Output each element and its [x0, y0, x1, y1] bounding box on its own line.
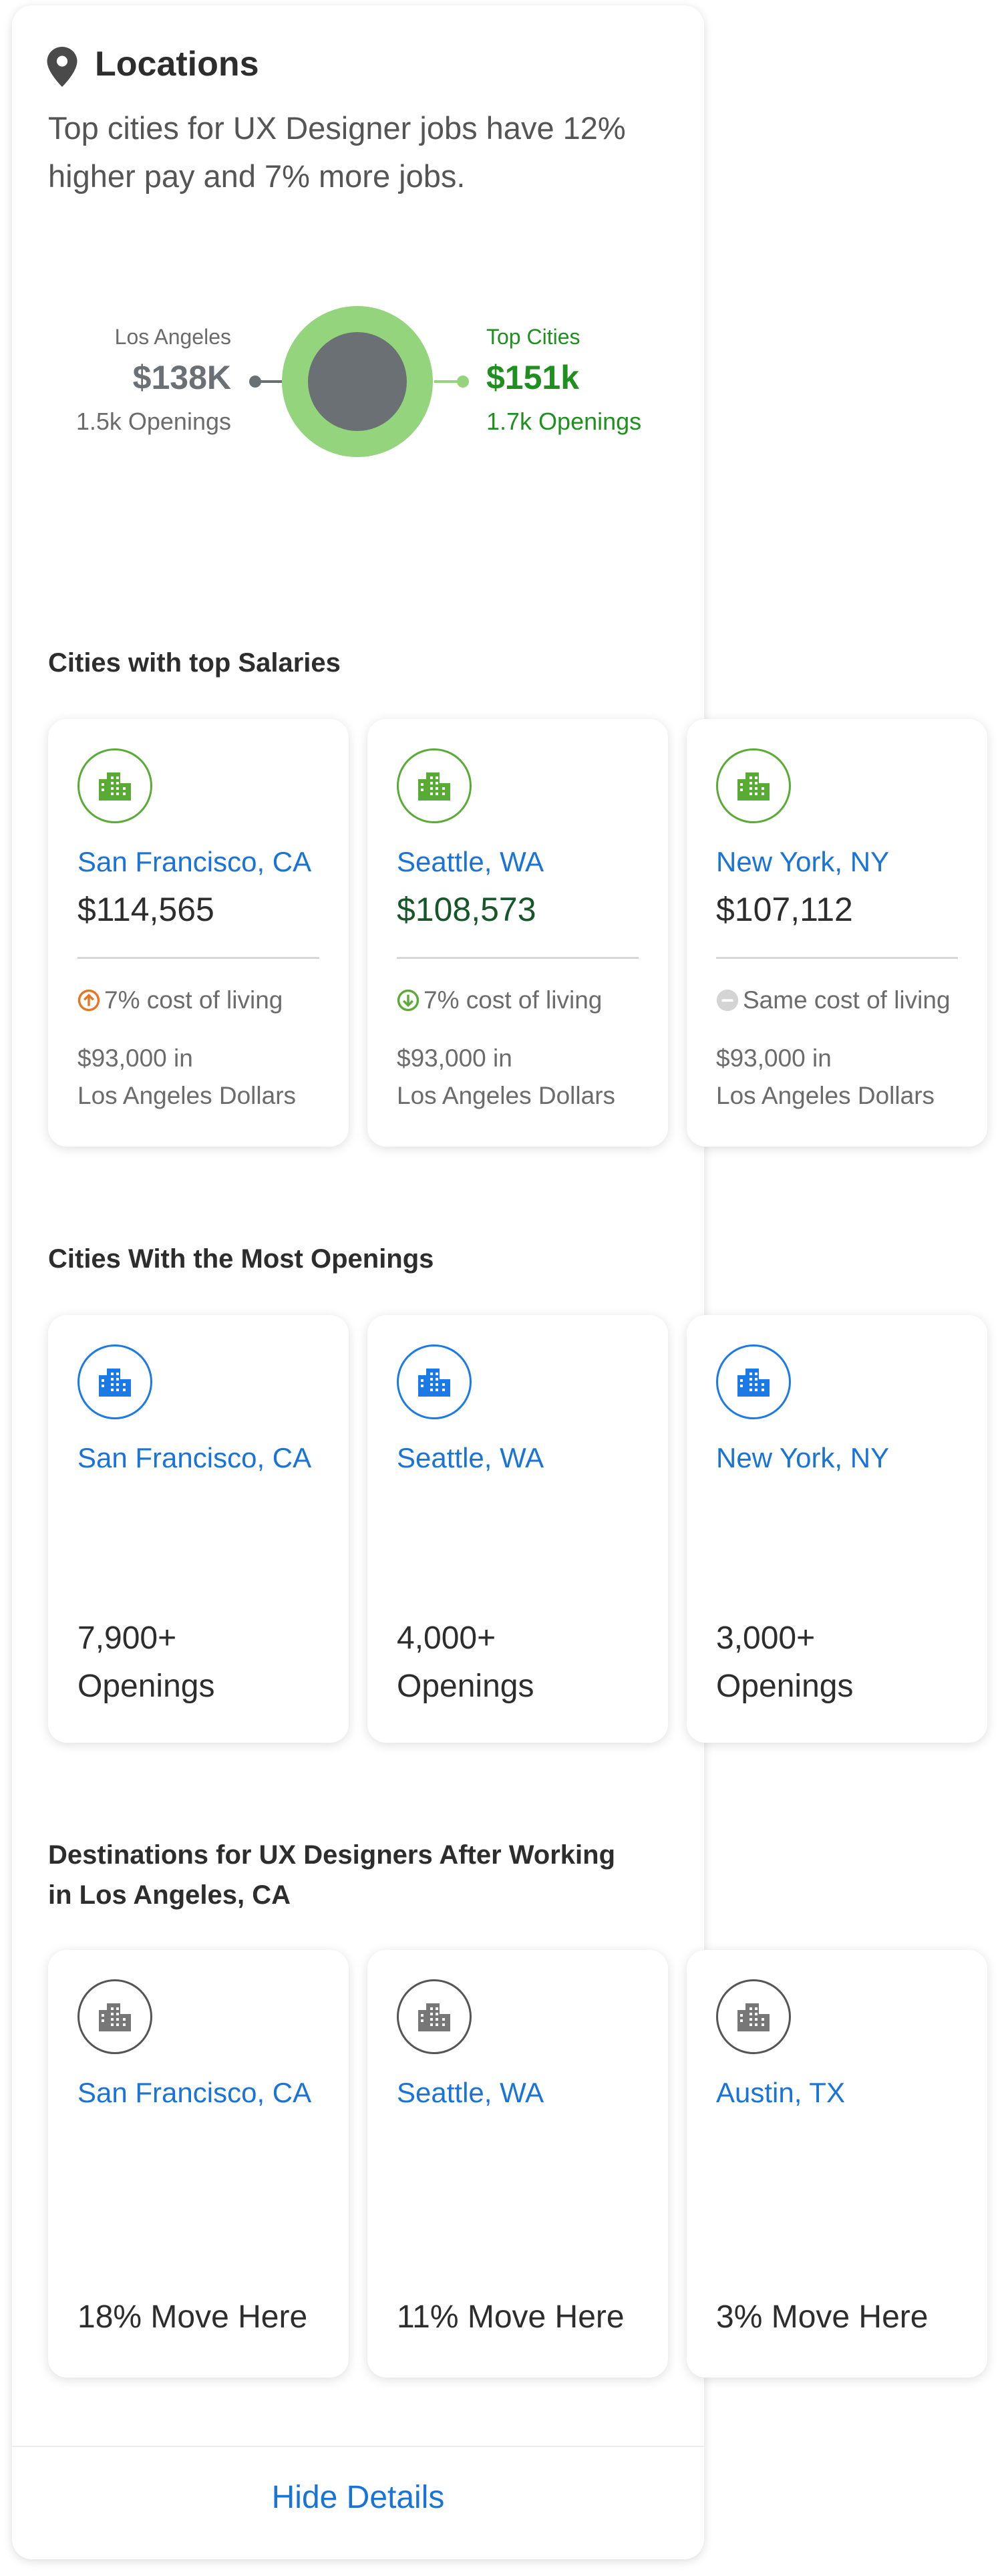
cost-of-living-text: 7% cost of living	[104, 986, 283, 1014]
cost-of-living-text: Same cost of living	[743, 986, 951, 1014]
move-percentage: 11% Move Here	[397, 2299, 625, 2335]
openings-unit: Openings	[716, 1669, 854, 1704]
cost-of-living-text: 7% cost of living	[424, 986, 603, 1014]
openings-count: 3,000+ Openings	[716, 1614, 970, 1711]
destinations-title-line1: Destinations for UX Designers After Work…	[48, 1840, 616, 1870]
section-title-locations: Locations	[95, 45, 259, 84]
comparison-right-openings: 1.7k Openings	[486, 408, 642, 435]
equivalent-salary: $93,000 in Los Angeles Dollars	[77, 1040, 345, 1115]
openings-count: 4,000+ Openings	[397, 1614, 651, 1711]
map-pin-icon	[47, 47, 77, 87]
equiv-currency: Los Angeles Dollars	[77, 1082, 297, 1109]
city-salary: $108,573	[397, 891, 536, 928]
card-divider	[397, 957, 639, 959]
openings-count: 7,900+ Openings	[77, 1614, 331, 1711]
move-percentage: 18% Move Here	[77, 2299, 308, 2335]
city-link[interactable]: San Francisco, CA	[77, 1442, 311, 1474]
city-salary: $107,112	[716, 891, 853, 928]
city-link[interactable]: Austin, TX	[716, 2077, 845, 2109]
salary-card-new-york[interactable]: New York, NY $107,112 Same cost of livin…	[687, 719, 987, 1147]
salary-card-san-francisco[interactable]: San Francisco, CA $114,565 7% cost of li…	[48, 719, 349, 1147]
equiv-amount: $93,000 in	[397, 1044, 512, 1072]
building-icon	[77, 748, 152, 823]
card-divider	[77, 957, 319, 959]
city-link[interactable]: Seattle, WA	[397, 1442, 544, 1474]
move-percentage: 3% Move Here	[716, 2299, 929, 2335]
equiv-currency: Los Angeles Dollars	[397, 1082, 616, 1109]
building-icon	[716, 1344, 791, 1419]
openings-card-san-francisco[interactable]: San Francisco, CA 7,900+ Openings	[48, 1315, 349, 1743]
section-title-top-salaries: Cities with top Salaries	[48, 648, 341, 678]
equiv-amount: $93,000 in	[77, 1044, 193, 1072]
arrow-up-circle-icon	[77, 989, 100, 1012]
comparison-right-label: Top Cities	[486, 325, 580, 349]
cost-of-living: 7% cost of living	[77, 986, 283, 1014]
openings-unit: Openings	[397, 1669, 534, 1704]
cost-of-living: Same cost of living	[716, 986, 951, 1014]
equiv-amount: $93,000 in	[716, 1044, 832, 1072]
building-icon	[397, 1344, 472, 1419]
comparison-right-dot	[457, 376, 469, 388]
comparison-left-dot	[249, 376, 261, 388]
locations-description: Top cities for UX Designer jobs have 12%…	[48, 110, 626, 194]
card-divider	[716, 957, 958, 959]
building-icon	[716, 1979, 791, 2054]
comparison-left-openings: 1.5k Openings	[75, 408, 231, 435]
city-link[interactable]: New York, NY	[716, 1442, 889, 1474]
hide-details-button[interactable]: Hide Details	[12, 2479, 704, 2516]
destination-card-san-francisco[interactable]: San Francisco, CA 18% Move Here	[48, 1950, 349, 2378]
building-icon	[397, 1979, 472, 2054]
comparison-left-label: Los Angeles	[114, 325, 231, 349]
openings-number: 3,000+	[716, 1620, 816, 1656]
destination-card-seattle[interactable]: Seattle, WA 11% Move Here	[367, 1950, 668, 2378]
destination-card-austin[interactable]: Austin, TX 3% Move Here	[687, 1950, 987, 2378]
building-icon	[716, 748, 791, 823]
openings-number: 7,900+	[77, 1620, 177, 1656]
equiv-currency: Los Angeles Dollars	[716, 1082, 935, 1109]
minus-circle-icon	[716, 989, 739, 1012]
building-icon	[77, 1344, 152, 1419]
destinations-title-line2: in Los Angeles, CA	[48, 1880, 291, 1910]
equivalent-salary: $93,000 in Los Angeles Dollars	[397, 1040, 664, 1115]
city-link[interactable]: New York, NY	[716, 846, 889, 878]
openings-unit: Openings	[77, 1669, 215, 1704]
los-angeles-circle	[308, 332, 407, 431]
building-icon	[397, 748, 472, 823]
city-salary: $114,565	[77, 891, 214, 928]
openings-number: 4,000+	[397, 1620, 496, 1656]
comparison-right-salary: $151k	[486, 359, 580, 396]
equivalent-salary: $93,000 in Los Angeles Dollars	[716, 1040, 983, 1115]
arrow-down-circle-icon	[397, 989, 419, 1012]
comparison-left-salary: $138K	[132, 359, 231, 396]
city-link[interactable]: San Francisco, CA	[77, 846, 311, 878]
section-title-destinations: Destinations for UX Designers After Work…	[48, 1835, 615, 1915]
section-title-most-openings: Cities With the Most Openings	[48, 1244, 434, 1274]
cost-of-living: 7% cost of living	[397, 986, 602, 1014]
comparison-chart	[249, 306, 469, 457]
salary-card-seattle[interactable]: Seattle, WA $108,573 7% cost of living $…	[367, 719, 668, 1147]
city-link[interactable]: San Francisco, CA	[77, 2077, 311, 2109]
openings-card-new-york[interactable]: New York, NY 3,000+ Openings	[687, 1315, 987, 1743]
city-link[interactable]: Seattle, WA	[397, 2077, 544, 2109]
openings-card-seattle[interactable]: Seattle, WA 4,000+ Openings	[367, 1315, 668, 1743]
footer-divider	[12, 2446, 704, 2447]
building-icon	[77, 1979, 152, 2054]
city-link[interactable]: Seattle, WA	[397, 846, 544, 878]
